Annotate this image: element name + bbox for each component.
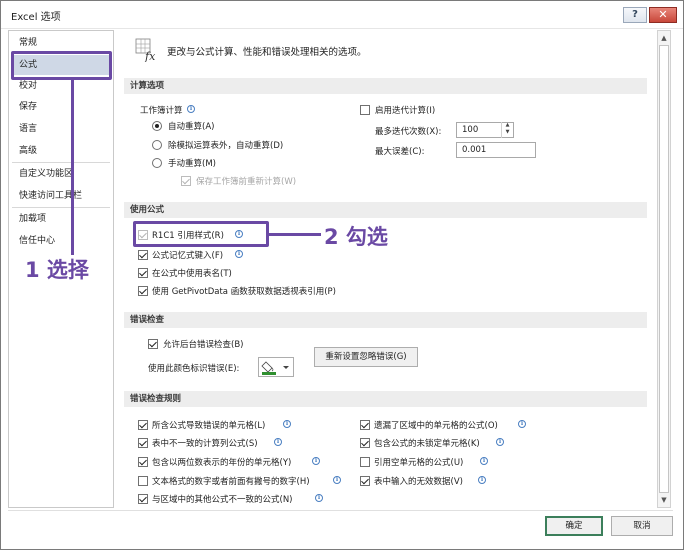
radio-automatic[interactable] bbox=[152, 121, 162, 131]
checkbox-rule-two-digit-years[interactable] bbox=[138, 457, 148, 467]
rule-omitted-cells-label: 遗漏了区域中的单元格的公式(O) bbox=[374, 421, 498, 431]
table-names-label: 在公式中使用表名(T) bbox=[152, 269, 232, 279]
workbook-calc-label: 工作簿计算 bbox=[140, 106, 183, 116]
radio-automatic-except-tables-label: 除模拟运算表外，自动重算(D) bbox=[168, 141, 284, 151]
radio-automatic-label: 自动重算(A) bbox=[168, 122, 215, 132]
annotation-connector-2 bbox=[269, 233, 321, 236]
rule-empty-cells-label: 引用空单元格的公式(U) bbox=[374, 458, 464, 468]
max-iterations-value: 100 bbox=[462, 125, 479, 135]
help-button[interactable]: ? bbox=[623, 7, 647, 23]
max-iterations-label: 最多迭代次数(X): bbox=[375, 127, 442, 137]
sidebar-item-general[interactable]: 常规 bbox=[12, 33, 110, 53]
info-icon: i bbox=[496, 438, 504, 446]
info-icon: i bbox=[235, 250, 243, 258]
section-calculation-options: 计算选项 bbox=[124, 78, 647, 94]
intro-text: 更改与公式计算、性能和错误处理相关的选项。 bbox=[167, 47, 367, 58]
sidebar-divider bbox=[12, 162, 110, 163]
paint-bucket-icon bbox=[261, 361, 289, 375]
info-icon: i bbox=[315, 494, 323, 502]
recalc-before-save-label: 保存工作簿前重新计算(W) bbox=[196, 177, 297, 187]
info-icon: i bbox=[333, 476, 341, 484]
section-error-checking-rules: 错误检查规则 bbox=[124, 391, 647, 407]
close-button[interactable]: ✕ bbox=[649, 7, 677, 23]
checkbox-getpivotdata[interactable] bbox=[138, 286, 148, 296]
radio-manual-label: 手动重算(M) bbox=[168, 159, 216, 169]
svg-text:fx: fx bbox=[144, 50, 156, 62]
scroll-down-arrow-icon[interactable]: ▼ bbox=[659, 494, 669, 506]
section-error-checking: 错误检查 bbox=[124, 312, 647, 328]
max-change-input[interactable]: 0.001 bbox=[456, 142, 536, 158]
getpivotdata-label: 使用 GetPivotData 函数获取数据透视表引用(P) bbox=[152, 287, 336, 297]
radio-manual[interactable] bbox=[152, 158, 162, 168]
max-change-value: 0.001 bbox=[462, 145, 487, 155]
annotation-step-1: 1 选择 bbox=[25, 258, 89, 282]
sidebar-item-advanced[interactable]: 高级 bbox=[12, 141, 110, 161]
sidebar-item-trust-center[interactable]: 信任中心 bbox=[12, 231, 110, 251]
checkbox-table-names[interactable] bbox=[138, 268, 148, 278]
max-change-label: 最大误差(C): bbox=[375, 147, 425, 157]
checkbox-background-error-checking[interactable] bbox=[148, 339, 158, 349]
rule-unlocked-cells-label: 包含公式的未锁定单元格(K) bbox=[374, 439, 480, 449]
info-icon: i bbox=[283, 420, 291, 428]
checkbox-iterative-calc[interactable] bbox=[360, 105, 370, 115]
error-color-label: 使用此颜色标识错误(E): bbox=[148, 364, 240, 374]
checkbox-formula-autocomplete[interactable] bbox=[138, 250, 148, 260]
formula-autocomplete-label: 公式记忆式键入(F) bbox=[152, 251, 224, 261]
cancel-button[interactable]: 取消 bbox=[611, 516, 673, 536]
info-icon: i bbox=[478, 476, 486, 484]
info-icon: i bbox=[274, 438, 282, 446]
error-color-picker[interactable] bbox=[258, 357, 294, 377]
checkbox-recalc-before-save[interactable] bbox=[181, 176, 191, 186]
footer-divider bbox=[8, 510, 673, 511]
checkbox-rule-inconsistent-column[interactable] bbox=[138, 438, 148, 448]
ok-button[interactable]: 确定 bbox=[545, 516, 603, 536]
max-iterations-stepper[interactable]: ▲ ▼ bbox=[501, 122, 513, 138]
scroll-up-arrow-icon[interactable]: ▲ bbox=[659, 32, 669, 44]
rule-inconsistent-column-label: 表中不一致的计算列公式(S) bbox=[152, 439, 258, 449]
rule-error-cells-label: 所含公式导致错误的单元格(L) bbox=[152, 421, 266, 431]
checkbox-rule-unlocked-cells[interactable] bbox=[360, 438, 370, 448]
iterative-calc-label: 启用迭代计算(I) bbox=[375, 106, 436, 116]
checkbox-rule-omitted-cells[interactable] bbox=[360, 420, 370, 430]
checkbox-rule-error-cells[interactable] bbox=[138, 420, 148, 430]
section-working-with-formulas: 使用公式 bbox=[124, 202, 647, 218]
rule-two-digit-years-label: 包含以两位数表示的年份的单元格(Y) bbox=[152, 458, 292, 468]
sidebar-item-customize-ribbon[interactable]: 自定义功能区 bbox=[12, 164, 110, 184]
checkbox-rule-inconsistent-formula[interactable] bbox=[138, 494, 148, 504]
sidebar-item-quick-access-toolbar[interactable]: 快速访问工具栏 bbox=[12, 186, 110, 206]
highlight-formulas-category bbox=[11, 51, 112, 80]
rule-numbers-as-text-label: 文本格式的数字或者前面有撇号的数字(H) bbox=[152, 477, 310, 487]
radio-automatic-except-tables[interactable] bbox=[152, 140, 162, 150]
formula-fx-icon: fx bbox=[135, 38, 156, 62]
reset-ignored-errors-button[interactable]: 重新设置忽略错误(G) bbox=[314, 347, 418, 367]
checkbox-rule-numbers-as-text[interactable] bbox=[138, 476, 148, 486]
info-icon: i bbox=[312, 457, 320, 465]
sidebar-item-language[interactable]: 语言 bbox=[12, 119, 110, 139]
window-title: Excel 选项 bbox=[11, 12, 61, 23]
annotation-step-2: 2 勾选 bbox=[324, 225, 388, 249]
sidebar-divider bbox=[12, 207, 110, 208]
vertical-scrollbar[interactable]: ▲ ▼ bbox=[657, 30, 671, 508]
checkbox-rule-empty-cells[interactable] bbox=[360, 457, 370, 467]
checkbox-rule-invalid-data[interactable] bbox=[360, 476, 370, 486]
highlight-r1c1-option bbox=[133, 221, 269, 247]
scrollbar-thumb[interactable] bbox=[659, 45, 669, 493]
info-icon: i bbox=[518, 420, 526, 428]
background-error-checking-label: 允许后台错误检查(B) bbox=[163, 340, 244, 350]
info-icon: i bbox=[480, 457, 488, 465]
title-bar: Excel 选项 ? ✕ bbox=[1, 1, 683, 29]
sidebar-item-add-ins[interactable]: 加载项 bbox=[12, 209, 110, 229]
rule-inconsistent-formula-label: 与区域中的其他公式不一致的公式(N) bbox=[152, 495, 293, 505]
annotation-connector-1 bbox=[71, 80, 74, 255]
sidebar-item-save[interactable]: 保存 bbox=[12, 97, 110, 117]
rule-invalid-data-label: 表中输入的无效数据(V) bbox=[374, 477, 463, 487]
info-icon: i bbox=[187, 105, 195, 113]
